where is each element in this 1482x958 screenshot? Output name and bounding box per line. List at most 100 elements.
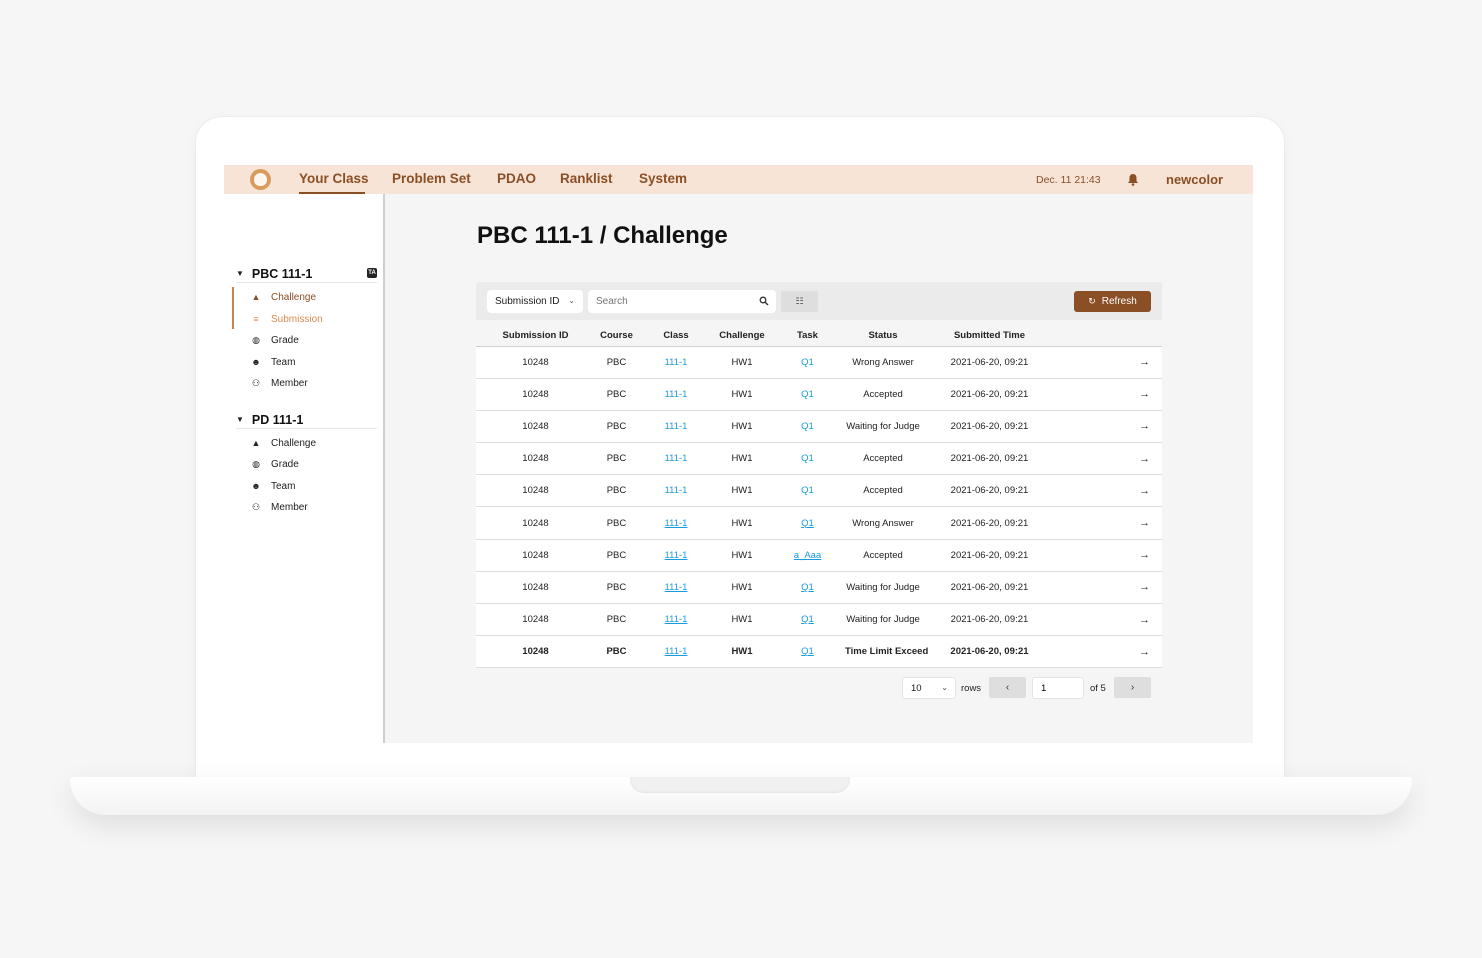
table-row[interactable]: 10248 PBC 111-1 HW1 Q1 Waiting for Judge…	[476, 603, 1162, 637]
sidebar-item-challenge[interactable]: ▲ Challenge	[232, 288, 377, 306]
class-link[interactable]: 111-1	[665, 518, 688, 529]
task-link[interactable]: Q1	[801, 389, 814, 400]
prev-page-button[interactable]: ‹	[989, 677, 1026, 698]
status-badge: Accepted	[845, 378, 921, 411]
arrow-right-icon[interactable]: →	[1058, 442, 1162, 476]
arrow-right-icon[interactable]: →	[1058, 539, 1162, 572]
search-icon[interactable]	[759, 296, 769, 306]
col-course[interactable]: Course	[595, 325, 638, 347]
col-submission-id[interactable]: Submission ID	[476, 325, 595, 347]
arrow-right-icon[interactable]: →	[1058, 603, 1162, 637]
status-badge: Wrong Answer	[845, 506, 921, 540]
arrow-right-icon[interactable]: →	[1058, 635, 1162, 669]
task-link[interactable]: Q1	[801, 582, 814, 593]
class-link[interactable]: 111-1	[665, 550, 688, 561]
user-name[interactable]: newcolor	[1166, 172, 1223, 187]
task-link[interactable]: a_Aaa	[794, 550, 821, 561]
table-row[interactable]: 10248 PBC 111-1 HW1 a_Aaa Accepted 2021-…	[476, 539, 1162, 572]
status-badge: Time Limit Exceed	[845, 635, 928, 669]
col-task[interactable]: Task	[770, 325, 845, 347]
arrow-right-icon[interactable]: →	[1058, 378, 1162, 411]
class-link[interactable]: 111-1	[665, 453, 688, 464]
table-toolbar: Submission ID ⌄ ☷ ↻ Refresh	[476, 282, 1162, 320]
cell-course: PBC	[595, 474, 638, 508]
nav-your-class[interactable]: Your Class	[299, 171, 369, 186]
cell-challenge: HW1	[714, 506, 770, 540]
next-page-button[interactable]: ›	[1114, 677, 1151, 698]
task-link[interactable]: Q1	[801, 485, 814, 496]
table-row[interactable]: 10248 PBC 111-1 HW1 Q1 Accepted 2021-06-…	[476, 442, 1162, 476]
table-row[interactable]: 10248 PBC 111-1 HW1 Q1 Accepted 2021-06-…	[476, 378, 1162, 411]
globe-icon: ◍	[252, 334, 260, 345]
table-row[interactable]: 10248 PBC 111-1 HW1 Q1 Waiting for Judge…	[476, 571, 1162, 605]
table-row[interactable]: 10248 PBC 111-1 HW1 Q1 Accepted 2021-06-…	[476, 474, 1162, 508]
nav-ranklist[interactable]: Ranklist	[560, 171, 613, 186]
sidebar-item-grade[interactable]: ◍ Grade	[232, 331, 377, 349]
filter-settings-button[interactable]: ☷	[781, 291, 818, 312]
rows-per-page-select[interactable]: 10 ⌄	[902, 677, 956, 699]
cell-submission-id: 10248	[476, 635, 595, 669]
refresh-button[interactable]: ↻ Refresh	[1074, 291, 1151, 312]
class-link[interactable]: 111-1	[665, 646, 688, 657]
sidebar-item-team[interactable]: ☻ Team	[232, 477, 377, 495]
col-submitted-time[interactable]: Submitted Time	[921, 325, 1058, 347]
face-icon: ☻	[251, 357, 261, 367]
arrow-right-icon[interactable]: →	[1058, 506, 1162, 540]
class-link[interactable]: 111-1	[665, 357, 688, 368]
task-link[interactable]: Q1	[801, 453, 814, 464]
sidebar: ▼ PBC 111-1 TA ▲ Challenge ≡ Submission …	[224, 194, 385, 743]
sidebar-item-member[interactable]: ⚇ Member	[232, 498, 377, 516]
nav-problem-set[interactable]: Problem Set	[392, 171, 471, 186]
sidebar-item-team[interactable]: ☻ Team	[232, 353, 377, 371]
task-link[interactable]: Q1	[801, 357, 814, 368]
app-logo-icon[interactable]	[250, 169, 271, 190]
task-link[interactable]: Q1	[801, 614, 814, 625]
sidebar-item-member[interactable]: ⚇ Member	[232, 374, 377, 392]
sidebar-section-pd[interactable]: ▼ PD 111-1	[236, 411, 377, 429]
cell-course: PBC	[595, 539, 638, 572]
nav-system[interactable]: System	[639, 171, 687, 186]
task-link[interactable]: Q1	[801, 421, 814, 432]
task-link[interactable]: Q1	[801, 518, 814, 529]
sidebar-item-submission[interactable]: ≡ Submission	[232, 310, 377, 328]
sidebar-section-pbc[interactable]: ▼ PBC 111-1 TA	[236, 265, 377, 283]
status-badge: Accepted	[845, 539, 921, 572]
page-number-input[interactable]	[1032, 677, 1084, 699]
table-row[interactable]: 10248 PBC 111-1 HW1 Q1 Time Limit Exceed…	[476, 635, 1162, 669]
task-link[interactable]: Q1	[801, 646, 814, 657]
sidebar-item-label: Challenge	[271, 437, 317, 449]
chevron-down-icon: ⌄	[941, 683, 948, 692]
section-title: PD 111-1	[251, 412, 304, 427]
class-link[interactable]: 111-1	[665, 614, 688, 625]
cell-submission-id: 10248	[476, 346, 595, 379]
arrow-right-icon[interactable]: →	[1058, 571, 1162, 605]
col-class[interactable]: Class	[638, 325, 714, 347]
search-input[interactable]	[588, 290, 776, 313]
nav-pdao[interactable]: PDAO	[497, 171, 536, 186]
cell-challenge: HW1	[714, 635, 770, 669]
table-row[interactable]: 10248 PBC 111-1 HW1 Q1 Wrong Answer 2021…	[476, 506, 1162, 540]
cell-submitted-time: 2021-06-20, 09:21	[921, 346, 1058, 379]
cell-submission-id: 10248	[476, 474, 595, 508]
cell-course: PBC	[595, 603, 638, 637]
col-status[interactable]: Status	[845, 325, 921, 347]
arrow-right-icon[interactable]: →	[1058, 346, 1162, 379]
cell-submitted-time: 2021-06-20, 09:21	[921, 539, 1058, 572]
class-link[interactable]: 111-1	[665, 421, 688, 432]
shapes-icon: ▲	[251, 438, 261, 448]
table-row[interactable]: 10248 PBC 111-1 HW1 Q1 Wrong Answer 2021…	[476, 346, 1162, 379]
class-link[interactable]: 111-1	[665, 389, 688, 400]
arrow-right-icon[interactable]: →	[1058, 410, 1162, 444]
col-challenge[interactable]: Challenge	[714, 325, 770, 347]
bell-icon[interactable]	[1127, 173, 1139, 186]
cell-submission-id: 10248	[476, 506, 595, 540]
status-badge: Wrong Answer	[845, 346, 921, 379]
class-link[interactable]: 111-1	[665, 582, 688, 593]
class-link[interactable]: 111-1	[665, 485, 688, 496]
table-row[interactable]: 10248 PBC 111-1 HW1 Q1 Waiting for Judge…	[476, 410, 1162, 444]
sidebar-item-challenge[interactable]: ▲ Challenge	[232, 434, 377, 452]
arrow-right-icon[interactable]: →	[1058, 474, 1162, 508]
filter-field-select[interactable]: Submission ID ⌄	[487, 290, 583, 313]
status-badge: Waiting for Judge	[845, 571, 921, 605]
sidebar-item-grade[interactable]: ◍ Grade	[232, 455, 377, 473]
